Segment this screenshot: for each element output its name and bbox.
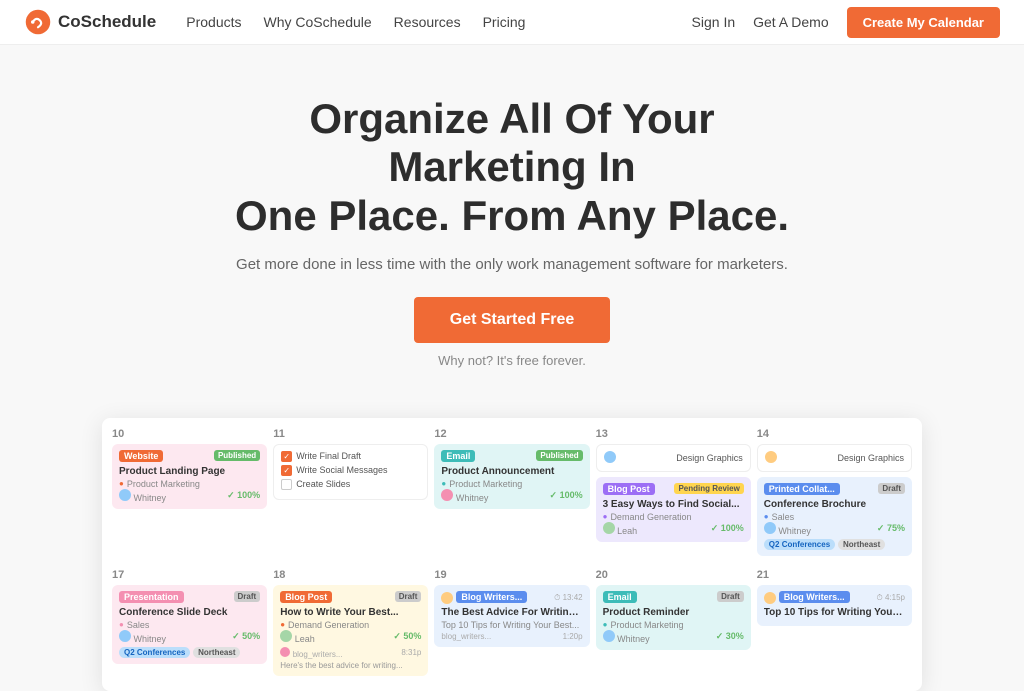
cal-day-11: 11 ✓Write Final Draft ✓Write Social Mess… bbox=[273, 428, 428, 561]
navbar: CoSchedule Products Why CoSchedule Resou… bbox=[0, 0, 1024, 45]
card-blog-writers-19: Blog Writers... ⏱ 13:42 The Best Advice … bbox=[434, 585, 589, 647]
card-product-announcement: EmailPublished Product Announcement ● Pr… bbox=[434, 444, 589, 509]
card-blog-post-13: Blog PostPending Review 3 Easy Ways to F… bbox=[596, 477, 751, 542]
card-blog-how-to: Blog PostDraft How to Write Your Best...… bbox=[273, 585, 428, 676]
get-started-button[interactable]: Get Started Free bbox=[414, 297, 610, 343]
signin-link[interactable]: Sign In bbox=[692, 14, 736, 30]
hero-headline: Organize All Of Your Marketing In One Pl… bbox=[232, 95, 792, 240]
card-blog-writers-21: Blog Writers... ⏱ 4:15p Top 10 Tips for … bbox=[757, 585, 912, 626]
cal-day-19: 19 Blog Writers... ⏱ 13:42 The Best Advi… bbox=[434, 569, 589, 681]
calendar-row-2: 17 PresentationDraft Conference Slide De… bbox=[112, 569, 912, 681]
hero-note: Why not? It's free forever. bbox=[20, 353, 1004, 368]
demo-link[interactable]: Get A Demo bbox=[753, 14, 828, 30]
cal-day-17: 17 PresentationDraft Conference Slide De… bbox=[112, 569, 267, 681]
nav-resources[interactable]: Resources bbox=[394, 14, 461, 30]
cal-day-12: 12 EmailPublished Product Announcement ●… bbox=[434, 428, 589, 561]
card-design-graphics-14: Design Graphics bbox=[757, 444, 912, 472]
nav-why[interactable]: Why CoSchedule bbox=[264, 14, 372, 30]
cal-day-20: 20 EmailDraft Product Reminder ● Product… bbox=[596, 569, 751, 681]
nav-links: Products Why CoSchedule Resources Pricin… bbox=[186, 14, 691, 30]
calendar-preview: 10 WebsitePublished Product Landing Page… bbox=[102, 418, 922, 691]
create-calendar-button[interactable]: Create My Calendar bbox=[847, 7, 1000, 38]
nav-right: Sign In Get A Demo Create My Calendar bbox=[692, 7, 1000, 38]
card-product-landing: WebsitePublished Product Landing Page ● … bbox=[112, 444, 267, 509]
card-design-graphics-13: Design Graphics bbox=[596, 444, 751, 472]
card-checklist: ✓Write Final Draft ✓Write Social Message… bbox=[273, 444, 428, 500]
card-slide-deck: PresentationDraft Conference Slide Deck … bbox=[112, 585, 267, 664]
logo[interactable]: CoSchedule bbox=[24, 8, 156, 36]
nav-pricing[interactable]: Pricing bbox=[483, 14, 526, 30]
card-conference-brochure: Printed Collat...Draft Conference Brochu… bbox=[757, 477, 912, 556]
hero-subtext: Get more done in less time with the only… bbox=[20, 256, 1004, 273]
cal-day-14: 14 Design Graphics Printed Collat...Draf… bbox=[757, 428, 912, 561]
cal-day-21: 21 Blog Writers... ⏱ 4:15p Top 10 Tips f… bbox=[757, 569, 912, 681]
cal-day-13: 13 Design Graphics Blog PostPending Revi… bbox=[596, 428, 751, 561]
nav-products[interactable]: Products bbox=[186, 14, 241, 30]
card-product-reminder: EmailDraft Product Reminder ● Product Ma… bbox=[596, 585, 751, 650]
logo-icon bbox=[24, 8, 52, 36]
cal-day-18: 18 Blog PostDraft How to Write Your Best… bbox=[273, 569, 428, 681]
calendar-row-1: 10 WebsitePublished Product Landing Page… bbox=[112, 428, 912, 561]
logo-text: CoSchedule bbox=[58, 12, 156, 32]
cal-day-10: 10 WebsitePublished Product Landing Page… bbox=[112, 428, 267, 561]
hero-section: Organize All Of Your Marketing In One Pl… bbox=[0, 45, 1024, 398]
